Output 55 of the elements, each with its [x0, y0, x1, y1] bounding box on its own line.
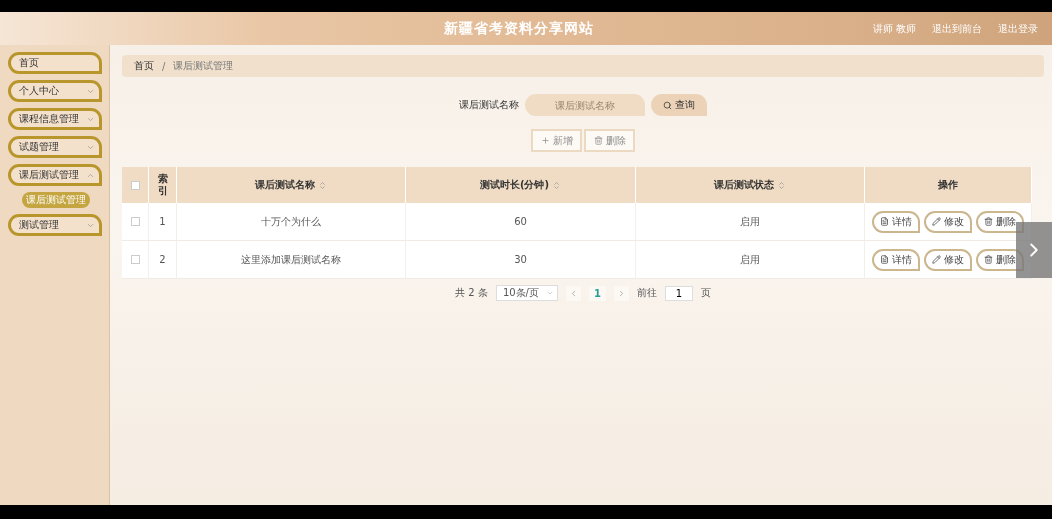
search-button[interactable]: 查询: [651, 94, 707, 116]
chevron-icon: [545, 289, 554, 297]
header-cell: 课后测试状态: [636, 167, 865, 203]
trash-icon: [984, 217, 993, 226]
page-unit: 页: [700, 286, 711, 300]
breadcrumb-item: 课后测试管理: [173, 59, 234, 73]
page-input[interactable]: 1: [664, 285, 693, 301]
sidebar-item[interactable]: 试题管理: [8, 136, 102, 158]
sidebar-item[interactable]: 个人中心: [8, 80, 102, 102]
search-icon: [663, 100, 672, 110]
table-cell: 这里添加课后测试名称: [241, 252, 341, 267]
sort-icon[interactable]: [318, 180, 327, 190]
table-cell: 1: [159, 216, 166, 227]
search-label: 课后测试名称: [459, 98, 519, 112]
total-count: 共 2 条: [455, 286, 488, 300]
header-cell: 测试时长(分钟): [406, 167, 636, 203]
table-cell: 启用: [740, 214, 760, 229]
next-arrow-overlay[interactable]: [1016, 222, 1052, 278]
table-cell: 2: [159, 254, 166, 265]
search-field[interactable]: 课后测试名称: [525, 94, 645, 116]
sort-icon[interactable]: [777, 180, 786, 190]
trash-icon: [593, 136, 603, 145]
breadcrumb-item: /: [162, 60, 166, 72]
site-title: 新疆省考资料分享网站: [444, 19, 594, 38]
pencil-icon: [932, 255, 941, 264]
sidebar-item[interactable]: 课程信息管理: [8, 108, 102, 130]
table-cell: 十万个为什么: [261, 214, 321, 229]
detail-button[interactable]: 详情: [872, 210, 920, 233]
select-all-checkbox[interactable]: [130, 180, 140, 190]
row-checkbox[interactable]: [130, 217, 140, 226]
table-cell: 60: [514, 216, 527, 227]
edit-button[interactable]: 修改: [924, 248, 972, 271]
page-size-select[interactable]: 10条/页: [495, 285, 558, 301]
trash-icon: [984, 255, 993, 264]
sidebar-item[interactable]: 首页: [8, 52, 102, 74]
sidebar-item[interactable]: 课后测试管理: [8, 164, 102, 186]
header-cell: 课后测试名称: [177, 167, 406, 203]
header-cell: 索引: [149, 167, 177, 203]
sidebar-item[interactable]: 测试管理: [8, 214, 102, 236]
edit-button[interactable]: 修改: [924, 210, 972, 233]
goto-label: 前往: [636, 286, 657, 300]
row-checkbox[interactable]: [130, 255, 140, 264]
user-role: 讲师 教师: [872, 21, 916, 36]
pencil-icon: [932, 217, 941, 226]
table-cell: 启用: [740, 252, 760, 267]
document-icon: [880, 217, 889, 226]
prev-page-button[interactable]: [565, 285, 581, 301]
sort-icon[interactable]: [552, 180, 562, 190]
table-cell: 30: [514, 254, 527, 265]
breadcrumb-item[interactable]: 首页: [134, 59, 154, 73]
plus-icon: [540, 136, 550, 145]
detail-button[interactable]: 详情: [872, 248, 920, 271]
header-cell: 操作: [865, 167, 1032, 203]
document-icon: [880, 255, 889, 264]
next-page-button[interactable]: [613, 285, 629, 301]
